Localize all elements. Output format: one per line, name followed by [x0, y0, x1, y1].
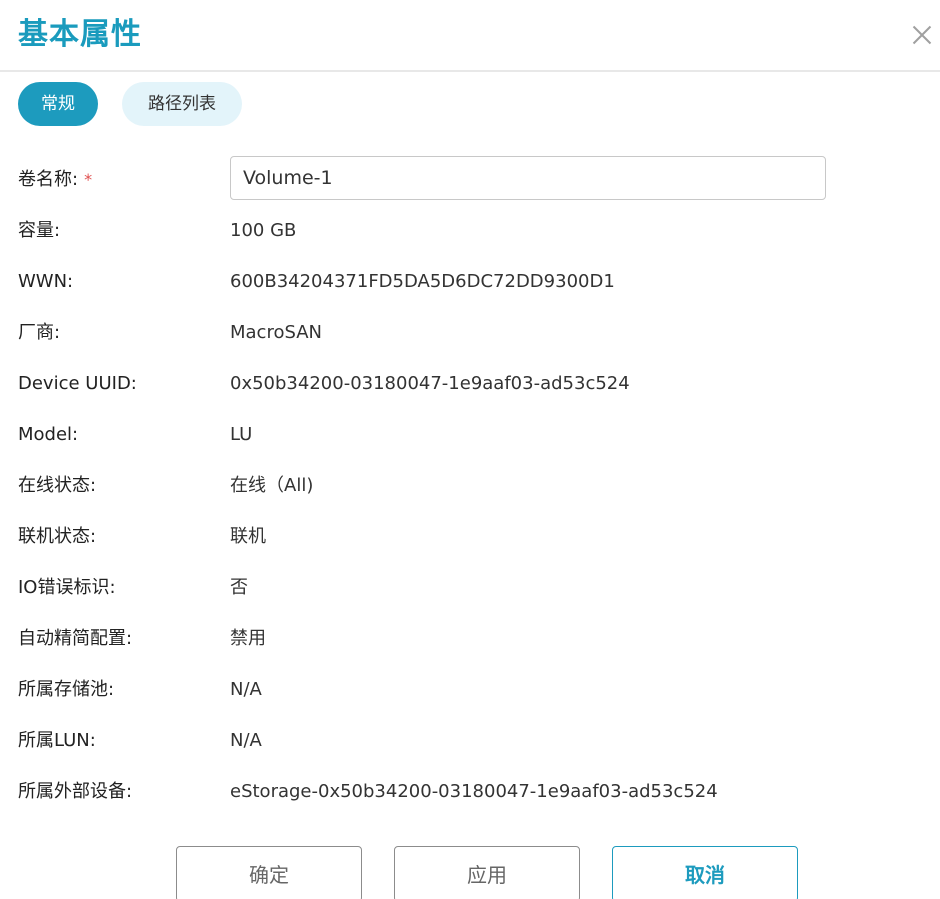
storage-pool-label: 所属存储池: [18, 679, 115, 700]
external-device-label: 所属外部设备: [18, 781, 133, 802]
external-device-row: 所属外部设备: eStorage-0x50b34200-03180047-1e9… [18, 766, 918, 817]
tab-general[interactable]: 常规 [18, 82, 98, 126]
ok-button[interactable]: 确定 [176, 846, 362, 899]
thin-provisioning-value: 禁用 [230, 628, 266, 649]
thin-provisioning-row: 自动精简配置: 禁用 [18, 613, 918, 664]
close-icon[interactable] [906, 20, 936, 50]
capacity-value: 100 GB [230, 220, 297, 241]
storage-pool-row: 所属存储池: N/A [18, 664, 918, 715]
link-status-value: 联机 [230, 526, 266, 547]
external-device-value: eStorage-0x50b34200-03180047-1e9aaf03-ad… [230, 781, 718, 802]
dialog-header: 基本属性 [0, 0, 940, 72]
capacity-label: 容量: [18, 220, 61, 241]
io-error-row: IO错误标识: 否 [18, 562, 918, 613]
capacity-row: 容量: 100 GB [18, 205, 918, 256]
dialog-title: 基本属性 [18, 17, 142, 52]
link-status-row: 联机状态: 联机 [18, 511, 918, 562]
model-label: Model: [18, 424, 79, 445]
required-mark: * [84, 170, 93, 189]
device-uuid-value: 0x50b34200-03180047-1e9aaf03-ad53c524 [230, 373, 630, 394]
storage-pool-value: N/A [230, 679, 262, 700]
link-status-label: 联机状态: [18, 526, 97, 547]
vendor-label: 厂商: [18, 322, 61, 343]
tab-path-list[interactable]: 路径列表 [122, 82, 242, 126]
device-uuid-row: Device UUID: 0x50b34200-03180047-1e9aaf0… [18, 358, 918, 409]
online-status-label: 在线状态: [18, 475, 97, 496]
volume-name-label: 卷名称: * [18, 169, 93, 190]
volume-name-input[interactable] [230, 156, 826, 200]
online-status-value: 在线（All) [230, 475, 314, 496]
wwn-value: 600B34204371FD5DA5D6DC72DD9300D1 [230, 271, 615, 292]
properties-dialog: 基本属性 常规 路径列表 卷名称:* 容量: 100 GB WWN: 600B3… [0, 0, 940, 899]
vendor-value: MacroSAN [230, 322, 323, 343]
wwn-row: WWN: 600B34204371FD5DA5D6DC72DD9300D1 [18, 256, 918, 307]
lun-label: 所属LUN: [18, 730, 96, 751]
model-row: Model: LU [18, 409, 918, 460]
properties-form: 卷名称:* 容量: 100 GB WWN: 600B34204371FD5DA5… [18, 154, 918, 817]
dialog-footer: 确定 应用 取消 [0, 846, 940, 899]
volume-name-row: 卷名称: * [18, 154, 918, 205]
lun-value: N/A [230, 730, 262, 751]
io-error-value: 否 [230, 577, 248, 598]
wwn-label: WWN: [18, 271, 74, 292]
lun-row: 所属LUN: N/A [18, 715, 918, 766]
vendor-row: 厂商: MacroSAN [18, 307, 918, 358]
online-status-row: 在线状态: 在线（All) [18, 460, 918, 511]
model-value: LU [230, 424, 253, 445]
thin-provisioning-label: 自动精简配置: [18, 628, 133, 649]
io-error-label: IO错误标识: [18, 577, 116, 598]
device-uuid-label: Device UUID: [18, 373, 137, 394]
apply-button[interactable]: 应用 [394, 846, 580, 899]
cancel-button[interactable]: 取消 [612, 846, 798, 899]
